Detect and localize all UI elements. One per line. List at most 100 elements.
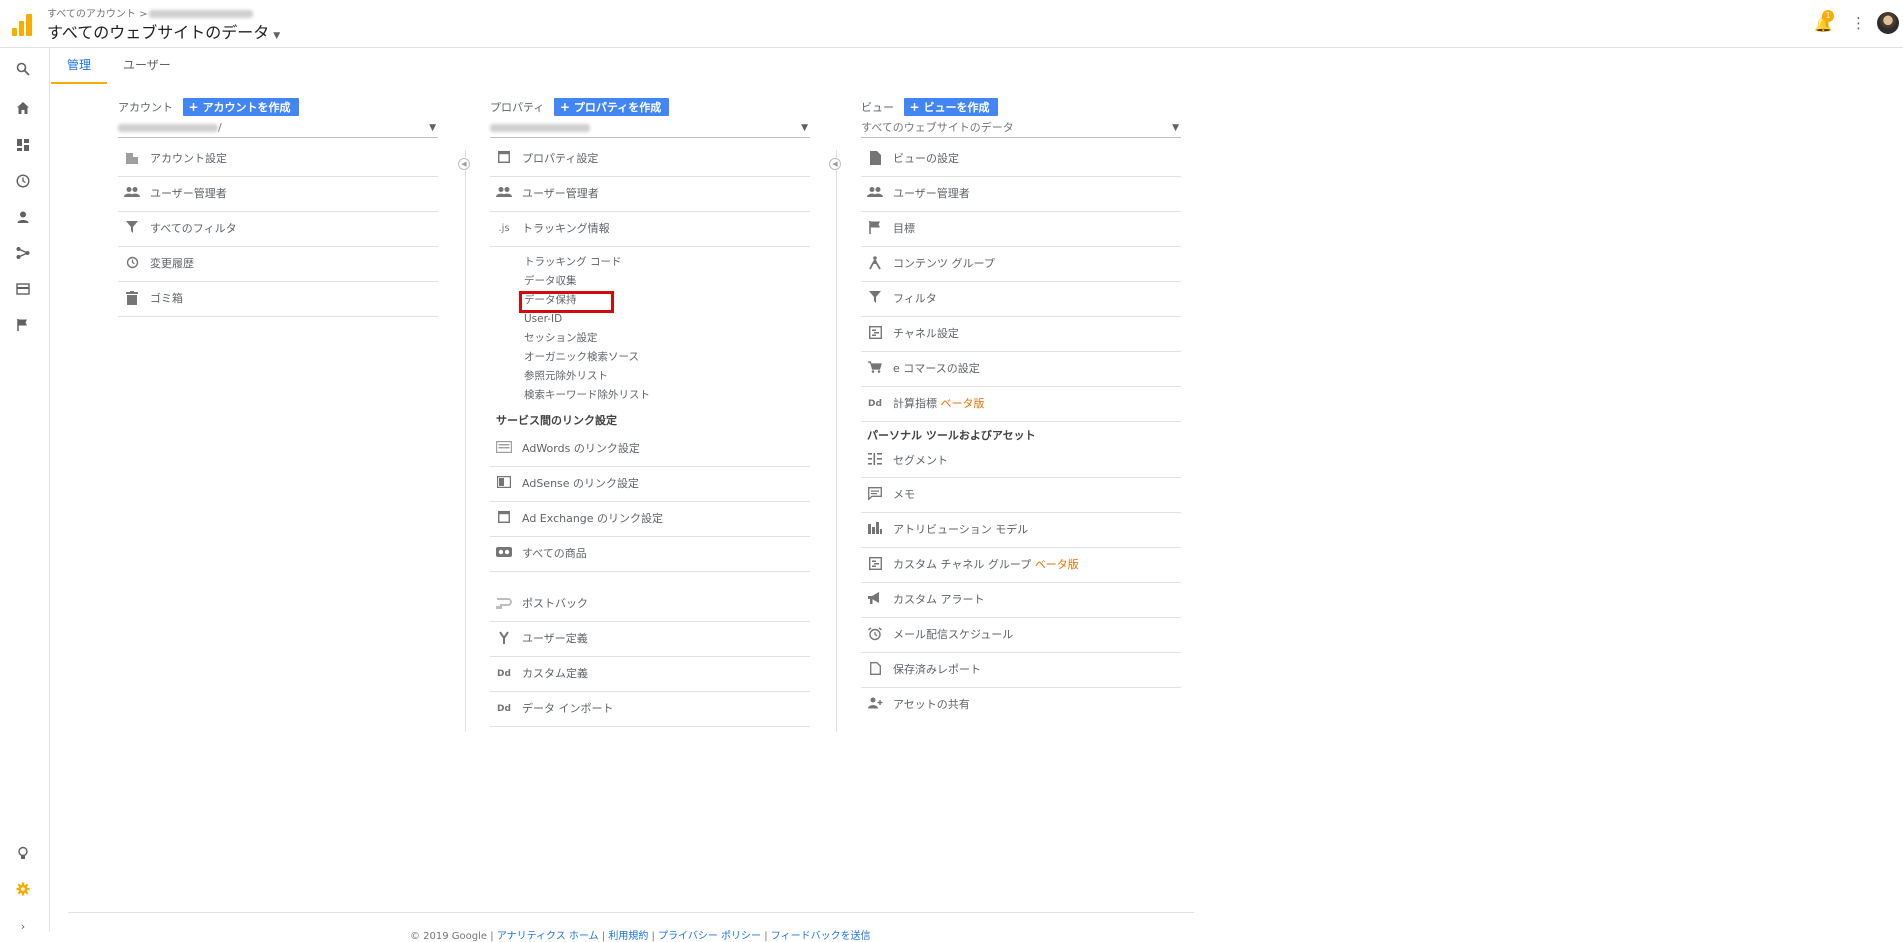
- plus-icon: +: [188, 100, 199, 114]
- create-view-button[interactable]: + ビューを作成: [903, 98, 998, 116]
- view-column: ビュー + ビューを作成 すべてのウェブサイトのデータ ▼ ビューの設定 ユーザー…: [861, 98, 1221, 723]
- data-import-item[interactable]: Dd データ インポート: [490, 692, 810, 727]
- view-user-management-item[interactable]: ユーザー管理者: [861, 177, 1181, 212]
- tracking-code-link[interactable]: トラッキング コード: [490, 253, 810, 272]
- acquisition-icon[interactable]: [14, 246, 32, 264]
- all-products-item[interactable]: すべての商品: [490, 537, 810, 572]
- audience-person-icon[interactable]: [14, 210, 32, 228]
- account-user-management-item[interactable]: ユーザー管理者: [118, 177, 438, 212]
- trash-item[interactable]: ゴミ箱: [118, 282, 438, 317]
- footer-privacy-link[interactable]: プライバシー ポリシー: [658, 931, 761, 942]
- building-icon: [124, 151, 140, 167]
- footer-terms-link[interactable]: 利用規約: [608, 931, 648, 942]
- doc-icon: [867, 662, 883, 678]
- referral-exclusion-link[interactable]: 参照元除外リスト: [490, 367, 810, 386]
- tracking-info-item[interactable]: .js トラッキング情報: [490, 212, 810, 247]
- cart-icon: [867, 361, 883, 377]
- data-retention-link[interactable]: データ保持: [490, 291, 810, 313]
- footer: © 2019 Google | アナリティクス ホーム | 利用規約 | プライ…: [410, 931, 871, 942]
- organic-search-sources-link[interactable]: オーガニック検索ソース: [490, 348, 810, 367]
- view-menu: ビューの設定 ユーザー管理者 目標 コンテンツ グループ フィルタ チャネル設定…: [861, 142, 1181, 723]
- view-selector[interactable]: すべてのウェブサイトのデータ ▼: [861, 120, 1181, 138]
- ecommerce-settings-item[interactable]: e コマースの設定: [861, 352, 1181, 387]
- create-view-label: ビューを作成: [923, 101, 990, 114]
- create-property-button[interactable]: + プロパティを作成: [553, 98, 670, 116]
- dropdown-arrow-icon: ▼: [1172, 123, 1179, 133]
- notifications-button[interactable]: 🔔 1: [1814, 10, 1834, 33]
- tracking-info-label: トラッキング情報: [522, 222, 610, 235]
- analytics-logo-icon[interactable]: [10, 12, 34, 36]
- tab-admin[interactable]: 管理: [51, 48, 108, 84]
- channel-icon: [867, 325, 883, 342]
- change-history-item[interactable]: 変更履歴: [118, 247, 438, 282]
- collapse-property-icon[interactable]: ◀: [829, 158, 841, 170]
- attribution-models-item[interactable]: アトリビューション モデル: [861, 513, 1181, 548]
- behavior-icon[interactable]: [14, 282, 32, 300]
- saved-reports-item[interactable]: 保存済みレポート: [861, 653, 1181, 688]
- custom-definitions-label: カスタム定義: [522, 667, 588, 680]
- custom-channel-grouping-item[interactable]: カスタム チャネル グループ ベータ版: [861, 548, 1181, 583]
- search-icon[interactable]: [14, 62, 32, 80]
- user-id-link[interactable]: User-ID: [490, 310, 810, 329]
- conversions-flag-icon[interactable]: [14, 318, 32, 336]
- breadcrumb[interactable]: すべてのアカウント >: [47, 5, 254, 20]
- user-definitions-item[interactable]: ユーザー定義: [490, 622, 810, 657]
- custom-definitions-item[interactable]: Dd カスタム定義: [490, 657, 810, 692]
- view-user-management-label: ユーザー管理者: [893, 187, 970, 200]
- top-bar: すべてのアカウント > すべてのウェブサイトのデータ ▼ 🔔 1 ⋮: [0, 0, 1903, 48]
- admin-gear-icon[interactable]: [14, 882, 32, 900]
- view-filters-item[interactable]: フィルタ: [861, 282, 1181, 317]
- account-selector-suffix: /: [218, 121, 222, 134]
- share-assets-label: アセットの共有: [893, 698, 970, 711]
- channel-settings-item[interactable]: チャネル設定: [861, 317, 1181, 352]
- customization-icon[interactable]: [14, 138, 32, 156]
- account-selector[interactable]: / ▼: [118, 120, 438, 138]
- all-filters-item[interactable]: すべてのフィルタ: [118, 212, 438, 247]
- custom-alerts-item[interactable]: カスタム アラート: [861, 583, 1181, 618]
- search-term-exclusion-link[interactable]: 検索キーワード除外リスト: [490, 386, 810, 405]
- segments-item[interactable]: セグメント: [861, 446, 1181, 478]
- session-settings-link[interactable]: セッション設定: [490, 329, 810, 348]
- more-options-icon[interactable]: ⋮: [1851, 14, 1866, 32]
- tab-user[interactable]: ユーザー: [107, 48, 187, 84]
- megaphone-icon: [867, 592, 883, 608]
- file-icon: [867, 151, 883, 167]
- adexchange-linking-item[interactable]: Ad Exchange のリンク設定: [490, 502, 810, 537]
- annotations-item[interactable]: メモ: [861, 478, 1181, 513]
- view-settings-item[interactable]: ビューの設定: [861, 142, 1181, 177]
- caret-down-icon: ▼: [273, 31, 281, 41]
- redacted-account-url: [118, 124, 218, 132]
- admin-tabs: 管理 ユーザー: [51, 48, 1903, 84]
- footer-analytics-home-link[interactable]: アナリティクス ホーム: [497, 931, 599, 942]
- plus-icon: +: [909, 100, 920, 114]
- filter-icon: [867, 291, 883, 307]
- people-icon: [124, 186, 140, 202]
- adwords-linking-item[interactable]: AdWords のリンク設定: [490, 433, 810, 467]
- data-collection-link[interactable]: データ収集: [490, 272, 810, 291]
- scheduled-emails-item[interactable]: メール配信スケジュール: [861, 618, 1181, 653]
- lightbulb-icon[interactable]: [14, 846, 32, 864]
- goals-item[interactable]: 目標: [861, 212, 1181, 247]
- dropdown-arrow-icon: ▼: [801, 123, 808, 133]
- view-selector[interactable]: すべてのウェブサイトのデータ ▼: [47, 19, 280, 43]
- content-grouping-item[interactable]: コンテンツ グループ: [861, 247, 1181, 282]
- footer-feedback-link[interactable]: フィードバックを送信: [771, 931, 871, 942]
- create-account-button[interactable]: + アカウントを作成: [182, 98, 299, 116]
- home-icon[interactable]: [14, 101, 32, 119]
- property-user-management-item[interactable]: ユーザー管理者: [490, 177, 810, 212]
- adsense-linking-item[interactable]: AdSense のリンク設定: [490, 467, 810, 502]
- channel-settings-label: チャネル設定: [893, 327, 959, 340]
- adexchange-icon: [496, 510, 512, 527]
- collapse-account-icon[interactable]: ◀: [458, 158, 470, 170]
- expand-chevron-icon[interactable]: ›: [14, 918, 32, 936]
- avatar[interactable]: [1877, 12, 1899, 34]
- postbacks-item[interactable]: ポストバック: [490, 587, 810, 622]
- footer-divider: [68, 912, 1194, 913]
- property-selector[interactable]: ▼: [490, 120, 810, 138]
- realtime-clock-icon[interactable]: [14, 174, 32, 192]
- account-settings-item[interactable]: アカウント設定: [118, 142, 438, 177]
- property-settings-item[interactable]: プロパティ設定: [490, 142, 810, 177]
- link-icon: [496, 546, 512, 562]
- calculated-metrics-item[interactable]: Dd 計算指標 ベータ版: [861, 387, 1181, 422]
- share-assets-item[interactable]: アセットの共有: [861, 688, 1181, 723]
